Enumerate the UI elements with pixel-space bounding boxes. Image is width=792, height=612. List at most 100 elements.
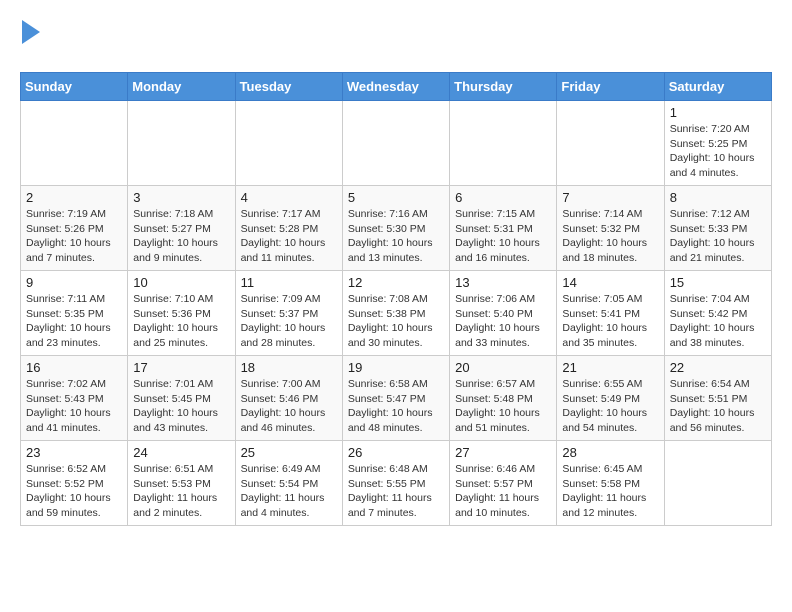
day-info: Sunrise: 6:52 AM Sunset: 5:52 PM Dayligh… xyxy=(26,462,122,521)
calendar-cell: 28 Sunrise: 6:45 AM Sunset: 5:58 PM Dayli… xyxy=(557,441,664,526)
calendar-cell xyxy=(450,101,557,186)
calendar-cell: 21 Sunrise: 6:55 AM Sunset: 5:49 PM Dayli… xyxy=(557,356,664,441)
logo-arrow-icon xyxy=(22,20,40,44)
calendar-cell: 1Sunrise: 7:20 AM Sunset: 5:25 PM Daylig… xyxy=(664,101,771,186)
day-number: 21 xyxy=(562,360,658,375)
calendar-cell: 27 Sunrise: 6:46 AM Sunset: 5:57 PM Dayli… xyxy=(450,441,557,526)
day-number: 12 xyxy=(348,275,444,290)
day-number: 25 xyxy=(241,445,337,460)
day-info: Sunrise: 6:55 AM Sunset: 5:49 PM Dayligh… xyxy=(562,377,658,436)
day-info: Sunrise: 7:02 AM Sunset: 5:43 PM Dayligh… xyxy=(26,377,122,436)
day-number: 14 xyxy=(562,275,658,290)
calendar-cell: 26 Sunrise: 6:48 AM Sunset: 5:55 PM Dayli… xyxy=(342,441,449,526)
calendar-cell xyxy=(557,101,664,186)
calendar-cell: 23 Sunrise: 6:52 AM Sunset: 5:52 PM Dayli… xyxy=(21,441,128,526)
calendar-cell: 2 Sunrise: 7:19 AM Sunset: 5:26 PM Daylig… xyxy=(21,186,128,271)
calendar-header-monday: Monday xyxy=(128,73,235,101)
day-number: 5 xyxy=(348,190,444,205)
calendar-header-saturday: Saturday xyxy=(664,73,771,101)
day-number: 11 xyxy=(241,275,337,290)
day-info: Sunrise: 7:15 AM Sunset: 5:31 PM Dayligh… xyxy=(455,207,551,266)
calendar-week-5: 23 Sunrise: 6:52 AM Sunset: 5:52 PM Dayli… xyxy=(21,441,772,526)
day-number: 28 xyxy=(562,445,658,460)
calendar-cell: 3 Sunrise: 7:18 AM Sunset: 5:27 PM Daylig… xyxy=(128,186,235,271)
calendar-header-tuesday: Tuesday xyxy=(235,73,342,101)
calendar-cell: 25 Sunrise: 6:49 AM Sunset: 5:54 PM Dayli… xyxy=(235,441,342,526)
day-info: Sunrise: 7:19 AM Sunset: 5:26 PM Dayligh… xyxy=(26,207,122,266)
day-info: Sunrise: 7:06 AM Sunset: 5:40 PM Dayligh… xyxy=(455,292,551,351)
day-number: 16 xyxy=(26,360,122,375)
day-info: Sunrise: 7:17 AM Sunset: 5:28 PM Dayligh… xyxy=(241,207,337,266)
calendar-cell: 11 Sunrise: 7:09 AM Sunset: 5:37 PM Dayli… xyxy=(235,271,342,356)
day-info: Sunrise: 6:46 AM Sunset: 5:57 PM Dayligh… xyxy=(455,462,551,521)
calendar-cell: 10 Sunrise: 7:10 AM Sunset: 5:36 PM Dayli… xyxy=(128,271,235,356)
day-number: 2 xyxy=(26,190,122,205)
day-info: Sunrise: 7:09 AM Sunset: 5:37 PM Dayligh… xyxy=(241,292,337,351)
calendar-cell: 24 Sunrise: 6:51 AM Sunset: 5:53 PM Dayli… xyxy=(128,441,235,526)
day-info: Sunrise: 6:58 AM Sunset: 5:47 PM Dayligh… xyxy=(348,377,444,436)
calendar-cell: 14 Sunrise: 7:05 AM Sunset: 5:41 PM Dayli… xyxy=(557,271,664,356)
calendar-cell: 18 Sunrise: 7:00 AM Sunset: 5:46 PM Dayli… xyxy=(235,356,342,441)
calendar-week-3: 9 Sunrise: 7:11 AM Sunset: 5:35 PM Daylig… xyxy=(21,271,772,356)
calendar-cell xyxy=(664,441,771,526)
page-header xyxy=(20,20,772,62)
calendar-header-sunday: Sunday xyxy=(21,73,128,101)
calendar-week-2: 2 Sunrise: 7:19 AM Sunset: 5:26 PM Daylig… xyxy=(21,186,772,271)
calendar-cell: 8 Sunrise: 7:12 AM Sunset: 5:33 PM Daylig… xyxy=(664,186,771,271)
logo xyxy=(20,20,40,62)
calendar-week-1: 1Sunrise: 7:20 AM Sunset: 5:25 PM Daylig… xyxy=(21,101,772,186)
day-info: Sunrise: 6:51 AM Sunset: 5:53 PM Dayligh… xyxy=(133,462,229,521)
day-number: 18 xyxy=(241,360,337,375)
day-number: 9 xyxy=(26,275,122,290)
day-number: 7 xyxy=(562,190,658,205)
day-number: 23 xyxy=(26,445,122,460)
calendar-header-row: SundayMondayTuesdayWednesdayThursdayFrid… xyxy=(21,73,772,101)
day-info: Sunrise: 7:04 AM Sunset: 5:42 PM Dayligh… xyxy=(670,292,766,351)
day-info: Sunrise: 7:18 AM Sunset: 5:27 PM Dayligh… xyxy=(133,207,229,266)
calendar-cell: 16 Sunrise: 7:02 AM Sunset: 5:43 PM Dayli… xyxy=(21,356,128,441)
day-number: 20 xyxy=(455,360,551,375)
day-number: 15 xyxy=(670,275,766,290)
calendar-table: SundayMondayTuesdayWednesdayThursdayFrid… xyxy=(20,72,772,526)
day-number: 17 xyxy=(133,360,229,375)
day-info: Sunrise: 7:08 AM Sunset: 5:38 PM Dayligh… xyxy=(348,292,444,351)
day-info: Sunrise: 6:54 AM Sunset: 5:51 PM Dayligh… xyxy=(670,377,766,436)
day-info: Sunrise: 7:05 AM Sunset: 5:41 PM Dayligh… xyxy=(562,292,658,351)
day-number: 8 xyxy=(670,190,766,205)
day-number: 27 xyxy=(455,445,551,460)
day-info: Sunrise: 7:12 AM Sunset: 5:33 PM Dayligh… xyxy=(670,207,766,266)
calendar-cell: 19Sunrise: 6:58 AM Sunset: 5:47 PM Dayli… xyxy=(342,356,449,441)
day-info: Sunrise: 6:57 AM Sunset: 5:48 PM Dayligh… xyxy=(455,377,551,436)
day-number: 26 xyxy=(348,445,444,460)
calendar-header-friday: Friday xyxy=(557,73,664,101)
day-number: 10 xyxy=(133,275,229,290)
calendar-cell: 12 Sunrise: 7:08 AM Sunset: 5:38 PM Dayli… xyxy=(342,271,449,356)
calendar-cell: 20 Sunrise: 6:57 AM Sunset: 5:48 PM Dayli… xyxy=(450,356,557,441)
day-info: Sunrise: 6:48 AM Sunset: 5:55 PM Dayligh… xyxy=(348,462,444,521)
calendar-cell: 6 Sunrise: 7:15 AM Sunset: 5:31 PM Daylig… xyxy=(450,186,557,271)
day-number: 1 xyxy=(670,105,766,120)
calendar-week-4: 16 Sunrise: 7:02 AM Sunset: 5:43 PM Dayli… xyxy=(21,356,772,441)
calendar-header-thursday: Thursday xyxy=(450,73,557,101)
calendar-cell xyxy=(128,101,235,186)
calendar-cell: 17 Sunrise: 7:01 AM Sunset: 5:45 PM Dayli… xyxy=(128,356,235,441)
day-number: 6 xyxy=(455,190,551,205)
day-number: 4 xyxy=(241,190,337,205)
day-info: Sunrise: 7:00 AM Sunset: 5:46 PM Dayligh… xyxy=(241,377,337,436)
calendar-cell: 9 Sunrise: 7:11 AM Sunset: 5:35 PM Daylig… xyxy=(21,271,128,356)
day-info: Sunrise: 7:11 AM Sunset: 5:35 PM Dayligh… xyxy=(26,292,122,351)
calendar-cell: 15 Sunrise: 7:04 AM Sunset: 5:42 PM Dayli… xyxy=(664,271,771,356)
day-info: Sunrise: 7:16 AM Sunset: 5:30 PM Dayligh… xyxy=(348,207,444,266)
calendar-cell: 22 Sunrise: 6:54 AM Sunset: 5:51 PM Dayli… xyxy=(664,356,771,441)
calendar-cell: 5 Sunrise: 7:16 AM Sunset: 5:30 PM Daylig… xyxy=(342,186,449,271)
calendar-cell: 7 Sunrise: 7:14 AM Sunset: 5:32 PM Daylig… xyxy=(557,186,664,271)
calendar-header-wednesday: Wednesday xyxy=(342,73,449,101)
day-info: Sunrise: 7:01 AM Sunset: 5:45 PM Dayligh… xyxy=(133,377,229,436)
day-number: 22 xyxy=(670,360,766,375)
day-info: Sunrise: 7:14 AM Sunset: 5:32 PM Dayligh… xyxy=(562,207,658,266)
day-info: Sunrise: 6:49 AM Sunset: 5:54 PM Dayligh… xyxy=(241,462,337,521)
day-info: Sunrise: 6:45 AM Sunset: 5:58 PM Dayligh… xyxy=(562,462,658,521)
day-info: Sunrise: 7:10 AM Sunset: 5:36 PM Dayligh… xyxy=(133,292,229,351)
day-number: 24 xyxy=(133,445,229,460)
day-number: 3 xyxy=(133,190,229,205)
